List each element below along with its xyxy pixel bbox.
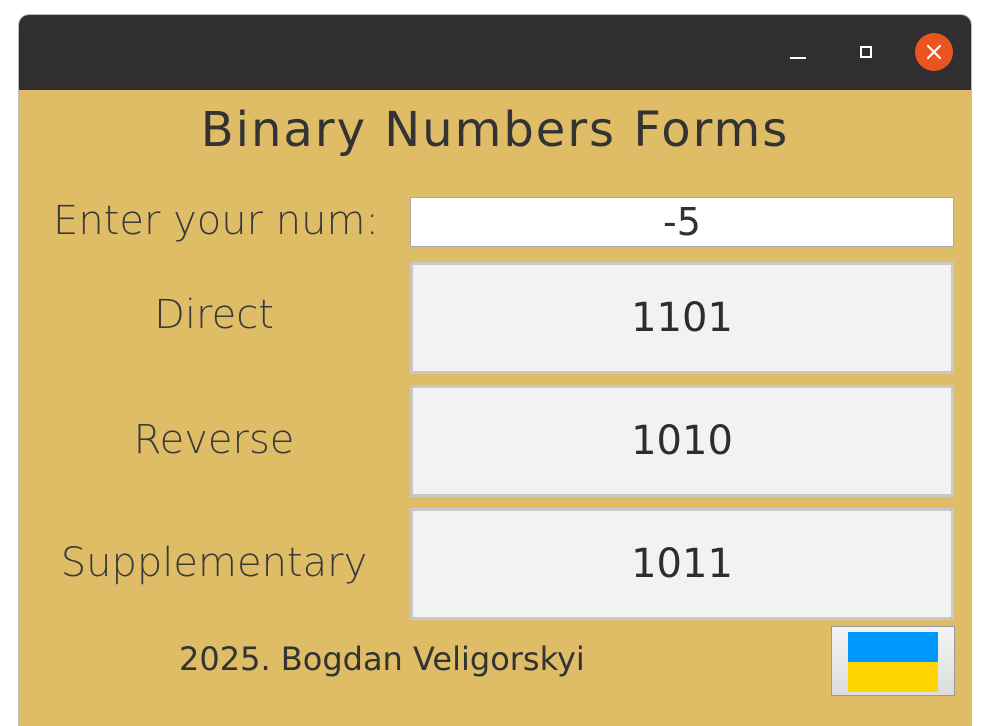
close-icon bbox=[926, 44, 942, 60]
supplementary-label: Supplementary bbox=[60, 540, 368, 586]
reverse-label: Reverse bbox=[133, 417, 295, 463]
flag-blue-stripe bbox=[848, 632, 938, 662]
direct-result-field[interactable]: 1101 bbox=[410, 262, 954, 374]
minimize-icon bbox=[790, 57, 806, 59]
title-bar bbox=[19, 15, 971, 90]
flag-yellow-stripe bbox=[848, 662, 938, 692]
input-label: Enter your num: bbox=[53, 198, 379, 244]
maximize-icon bbox=[860, 46, 872, 58]
ukraine-flag-icon bbox=[848, 632, 938, 692]
maximize-button[interactable] bbox=[847, 33, 885, 71]
author-credit: 2025. Bogdan Veligorskyi bbox=[179, 640, 585, 678]
app-window: Binary Numbers Forms Enter your num: Dir… bbox=[19, 15, 971, 726]
direct-label: Direct bbox=[154, 292, 274, 338]
supplementary-result-field[interactable]: 1011 bbox=[410, 508, 954, 620]
close-button[interactable] bbox=[915, 33, 953, 71]
main-panel: Binary Numbers Forms Enter your num: Dir… bbox=[19, 90, 971, 726]
number-input[interactable] bbox=[410, 197, 954, 247]
language-flag-button[interactable] bbox=[831, 626, 955, 696]
minimize-button[interactable] bbox=[779, 33, 817, 71]
reverse-result-field[interactable]: 1010 bbox=[410, 385, 954, 497]
page-title: Binary Numbers Forms bbox=[200, 102, 790, 158]
